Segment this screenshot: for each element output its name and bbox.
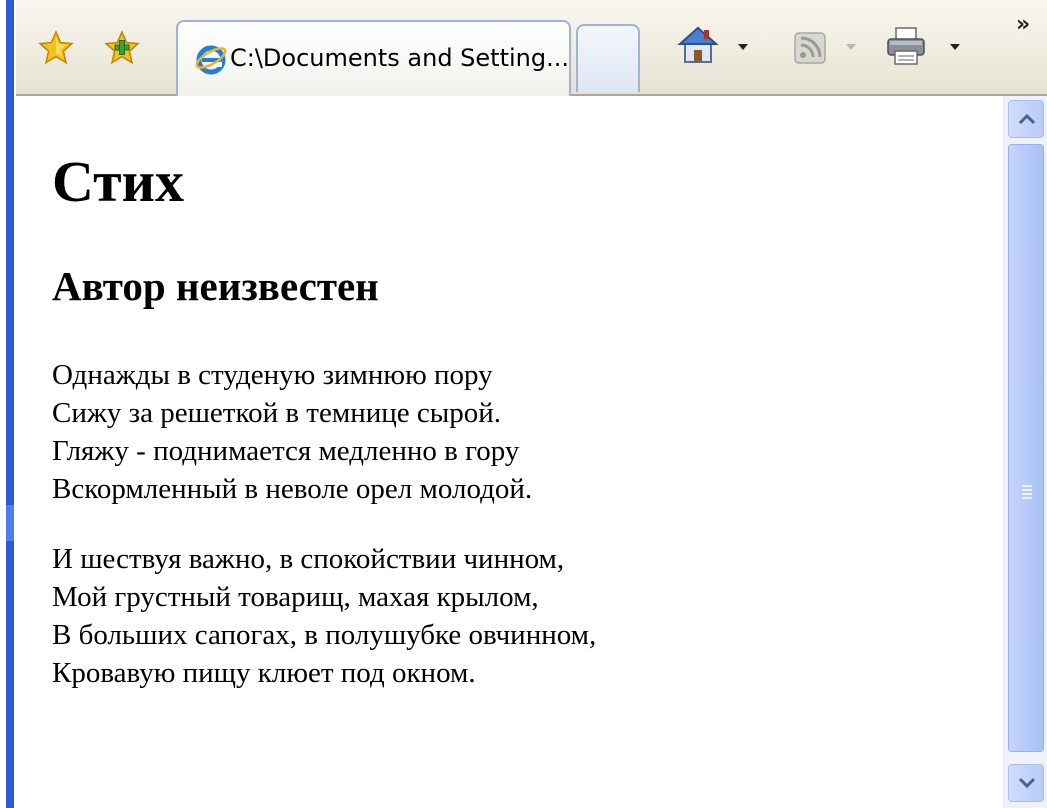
browser-window: C:\Documents and Setting... » Стих Автор… bbox=[0, 0, 1047, 808]
chevron-up-icon bbox=[1018, 113, 1036, 125]
tab-active[interactable]: C:\Documents and Setting... bbox=[176, 20, 571, 96]
poem-line: Сижу за решеткой в темнице сырой. bbox=[52, 397, 502, 429]
stanza-2: И шествуя важно, в спокойствии чинном, М… bbox=[52, 540, 992, 692]
author-heading: Автор неизвестен bbox=[52, 263, 379, 309]
home-icon bbox=[677, 26, 719, 63]
scroll-up-button[interactable] bbox=[1008, 100, 1044, 138]
new-tab-button[interactable] bbox=[576, 24, 640, 92]
feeds-button[interactable] bbox=[790, 24, 858, 72]
poem-line: Кровавую пищу клюет под окном. bbox=[52, 657, 476, 689]
poem-line: Вскормленный в неволе орел молодой. bbox=[52, 473, 533, 505]
add-favorite-icon[interactable] bbox=[104, 30, 140, 66]
home-button[interactable] bbox=[676, 24, 756, 72]
favorites-star-icon[interactable] bbox=[38, 30, 74, 66]
vertical-scrollbar[interactable] bbox=[1003, 96, 1047, 808]
poem-line: В больших сапогах, в полушубке овчинном, bbox=[52, 619, 597, 651]
home-dropdown-arrow-icon[interactable] bbox=[738, 44, 748, 50]
rss-feeds-icon bbox=[794, 32, 826, 64]
poem-line: Мой грустный товарищ, махая крылом, bbox=[52, 581, 539, 613]
ie-logo-icon bbox=[194, 42, 228, 76]
page-heading: Стих bbox=[52, 149, 185, 214]
chevron-down-icon bbox=[1018, 777, 1036, 789]
frame-notch bbox=[6, 505, 14, 541]
print-dropdown-arrow-icon[interactable] bbox=[950, 44, 960, 50]
feeds-dropdown-arrow-icon bbox=[846, 44, 856, 50]
page-content: Стих Автор неизвестен Однажды в студеную… bbox=[16, 96, 1003, 808]
print-button[interactable] bbox=[884, 24, 964, 72]
toolbar-overflow-chevron[interactable]: » bbox=[1016, 12, 1030, 37]
command-toolbar: C:\Documents and Setting... » bbox=[16, 0, 1047, 96]
window-frame-left bbox=[0, 0, 16, 808]
stanza-1: Однажды в студеную зимнюю пору Сижу за р… bbox=[52, 356, 992, 508]
poem-line: Гляжу - поднимается медленно в гору bbox=[52, 435, 520, 467]
scrollbar-grip bbox=[1022, 485, 1032, 499]
scroll-down-button[interactable] bbox=[1008, 764, 1044, 802]
poem-line: И шествуя важно, в спокойствии чинном, bbox=[52, 543, 565, 575]
tab-title: C:\Documents and Setting... bbox=[230, 44, 569, 72]
poem-line: Однажды в студеную зимнюю пору bbox=[52, 359, 493, 391]
scrollbar-thumb[interactable] bbox=[1008, 144, 1044, 752]
printer-icon bbox=[887, 27, 925, 65]
document: Стих Автор неизвестен Однажды в студеную… bbox=[52, 142, 992, 692]
